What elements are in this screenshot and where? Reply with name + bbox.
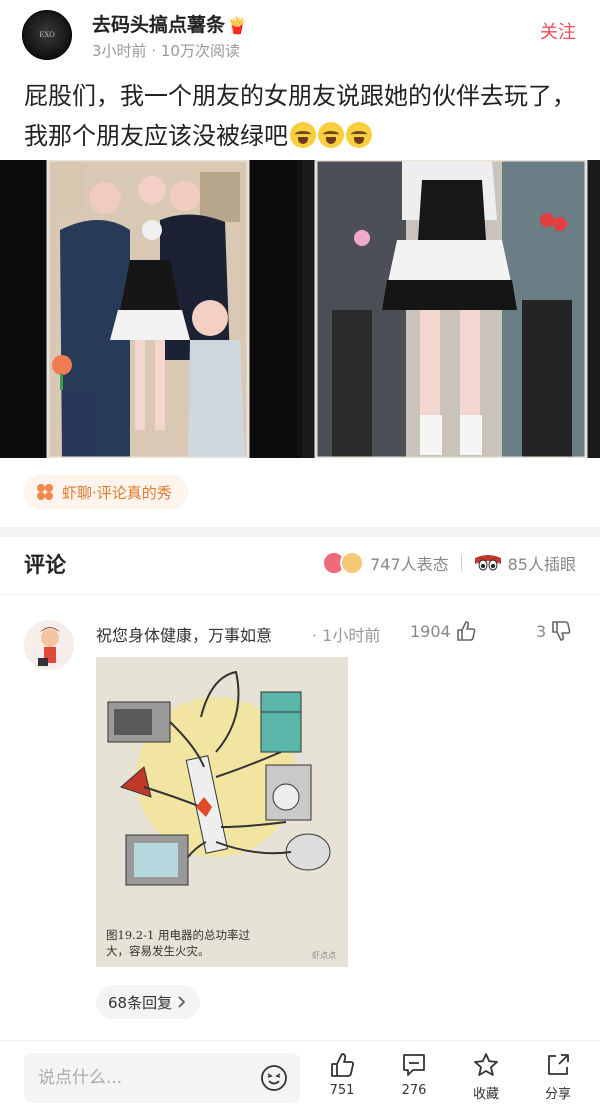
- post-photos: [0, 160, 600, 458]
- favorite-label: 收藏: [472, 1087, 499, 1102]
- eyes-icon: [474, 555, 501, 571]
- post-time: 3小时前: [92, 42, 147, 60]
- favorite-button[interactable]: 收藏: [456, 1052, 516, 1108]
- crying-emoji-icon: [290, 122, 316, 148]
- image-caption: 图19.2-1 用电器的总功率过 大，容易发生火灾。: [106, 927, 250, 959]
- author-avatar[interactable]: EXO: [22, 10, 72, 60]
- section-divider: [0, 527, 600, 537]
- author-name[interactable]: 去码头搞点薯条 🍟: [92, 10, 247, 37]
- crying-emoji-icon: [318, 122, 344, 148]
- comment-bubble-icon: [403, 1054, 425, 1076]
- view-replies-button[interactable]: 68条回复: [96, 985, 201, 1019]
- thumbs-up-icon: [456, 621, 476, 641]
- comment-text: 祝您身体健康，万事如意: [96, 626, 273, 645]
- post-reads: 10万次阅读: [160, 42, 240, 60]
- header-divider: [0, 594, 600, 595]
- image-caption-line2: 大，容易发生火灾。: [106, 944, 210, 958]
- thumbs-up-icon: [331, 1053, 354, 1077]
- post-meta: 3小时前 · 10万次阅读: [92, 42, 240, 60]
- like-count: 751: [329, 1083, 355, 1098]
- share-icon: [548, 1054, 569, 1075]
- comment-dislike-count: 3: [536, 621, 547, 641]
- comments-title: 评论: [24, 553, 66, 577]
- comment-image[interactable]: 图19.2-1 用电器的总功率过 大，容易发生火灾。 虾点点: [96, 657, 348, 967]
- avatar-label: EXO: [39, 31, 55, 39]
- comment-count: 276: [401, 1083, 427, 1098]
- thumbs-down-icon: [552, 621, 571, 641]
- follow-button[interactable]: 关注: [540, 18, 576, 44]
- like-button[interactable]: 751: [312, 1052, 372, 1108]
- image-watermark: 虾点点: [312, 951, 336, 960]
- author-name-text: 去码头搞点薯条: [92, 14, 226, 36]
- insert-count[interactable]: 85人插眼: [508, 551, 576, 575]
- post-photo-legs[interactable]: [302, 160, 600, 458]
- reactions-summary: 747人表态 85人插眼: [322, 551, 576, 575]
- image-caption-line1: 图19.2-1 用电器的总功率过: [106, 928, 250, 942]
- post-header: EXO 去码头搞点薯条 🍟 3小时前 · 10万次阅读 关注: [0, 0, 600, 64]
- bottom-bar-divider: [0, 1040, 600, 1041]
- crying-emoji-icon: [346, 122, 372, 148]
- share-button[interactable]: 分享: [528, 1052, 588, 1108]
- comment-input[interactable]: [38, 1053, 238, 1103]
- share-label: 分享: [544, 1087, 571, 1102]
- fries-icon: 🍟: [227, 16, 247, 35]
- post-title: 屁股们，我一个朋友的女朋友说跟她的伙伴去玩了，我那个朋友应该没被绿吧: [24, 76, 584, 156]
- post-photo-group[interactable]: [0, 160, 298, 458]
- reactions-count[interactable]: 747人表态: [370, 551, 449, 575]
- comment-input-box[interactable]: [24, 1053, 300, 1103]
- smile-reaction-icon: [340, 551, 365, 575]
- comment-button[interactable]: 276: [384, 1052, 444, 1108]
- commenter-avatar[interactable]: [24, 620, 74, 670]
- separator: [460, 555, 462, 571]
- reaction-icons: [322, 551, 365, 575]
- star-icon: [474, 1053, 498, 1076]
- comment-dislike-button[interactable]: 3: [536, 620, 572, 642]
- comment-like-button[interactable]: 1904: [410, 620, 477, 642]
- flower-tag-icon: [37, 484, 53, 500]
- comment-time: · 1小时前: [312, 626, 381, 645]
- replies-count: 68条回复: [108, 993, 173, 1012]
- comment-like-count: 1904: [410, 621, 451, 641]
- chevron-right-icon: [178, 996, 186, 1008]
- topic-tag[interactable]: 虾聊·评论真的秀: [24, 474, 188, 510]
- emoji-icon[interactable]: [260, 1064, 288, 1092]
- topic-tag-label: 虾聊·评论真的秀: [62, 483, 172, 502]
